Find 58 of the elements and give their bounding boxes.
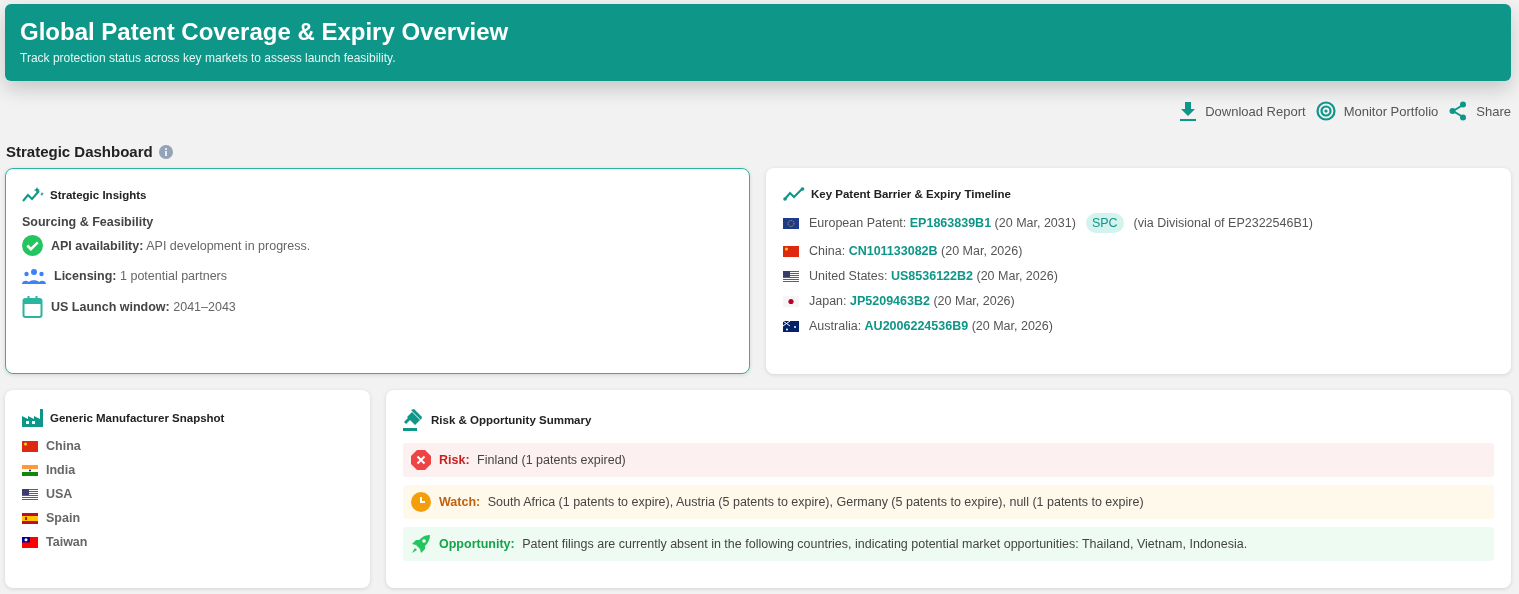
- flag-icon: [783, 217, 799, 229]
- action-link[interactable]: Share: [1448, 101, 1511, 121]
- card-title: Generic Manufacturer Snapshot: [50, 412, 225, 424]
- card-title: Strategic Insights: [50, 189, 147, 201]
- section-title: Strategic Dashboard: [6, 143, 153, 160]
- country-name: Spain: [46, 511, 81, 525]
- patent-link[interactable]: CN101133082B: [848, 244, 938, 258]
- clock-icon: [411, 492, 431, 512]
- card-subtitle: Sourcing & Feasibility: [22, 215, 155, 229]
- calendar-icon: [22, 296, 43, 318]
- action-link[interactable]: Download Report: [1179, 101, 1306, 121]
- country-name: Taiwan: [46, 535, 88, 549]
- flag-icon: [783, 320, 799, 332]
- insight-text: US Launch window: 2041–2043: [51, 300, 236, 314]
- card-title: Key Patent Barrier & Expiry Timeline: [811, 188, 1011, 200]
- flag-icon: [22, 512, 38, 524]
- patent-entry: United States: US8536122B2 (20 Mar, 2026): [809, 269, 1058, 283]
- share-icon: [1448, 101, 1469, 121]
- insight-text: Licensing: 1 potential partners: [54, 269, 227, 283]
- country-name: China: [46, 439, 81, 453]
- error-icon: [411, 450, 431, 470]
- patent-entry: Australia: AU2006224536B9 (20 Mar, 2026): [809, 319, 1053, 333]
- download-icon: [1179, 101, 1198, 121]
- page-subtitle: Track protection status across key markets to assess launch feasibility.: [20, 51, 397, 65]
- action-link[interactable]: Monitor Portfolio: [1315, 101, 1439, 121]
- patent-link[interactable]: AU2006224536B9: [864, 319, 969, 333]
- flag-icon: [783, 245, 799, 257]
- rocket-icon: [411, 534, 431, 554]
- flag-icon: [22, 488, 38, 500]
- target-icon: [1315, 101, 1336, 121]
- info-icon: [158, 144, 173, 159]
- spc-badge: SPC: [1085, 213, 1124, 233]
- gavel-icon: [403, 409, 425, 431]
- alert-text: Risk: Finland (1 patents expired): [439, 453, 626, 467]
- page-title: Global Patent Coverage & Expiry Overview: [20, 18, 510, 46]
- alert-text: Watch: South Africa (1 patents to expire), Austria (5 patents to expire), Germany (5 patents to expire), null (1 patents to expire): [439, 495, 1144, 509]
- check-icon: [22, 235, 43, 256]
- country-name: India: [46, 463, 76, 477]
- country-name: USA: [46, 487, 73, 501]
- alert-text: Opportunity: Patent filings are currently absent in the following countries, indicating potential market opportunities: Thailand, Vietnam, Indonesia.: [439, 537, 1248, 551]
- patent-entry: Japan: JP5209463B2 (20 Mar, 2026): [809, 294, 1015, 308]
- flag-icon: [22, 440, 38, 452]
- patent-link[interactable]: EP1863839B1: [909, 216, 992, 230]
- patent-link[interactable]: JP5209463B2: [850, 294, 930, 308]
- patent-note: (via Divisional of EP2322546B1): [1133, 216, 1313, 230]
- people-icon: [22, 268, 46, 284]
- patent-entry: European Patent: EP1863839B1 (20 Mar, 2031): [809, 216, 1076, 230]
- trend-sparkle-icon: [22, 187, 44, 203]
- flag-icon: [783, 295, 799, 307]
- patent-link[interactable]: US8536122B2: [891, 269, 973, 283]
- flag-icon: [22, 464, 38, 476]
- flag-icon: [22, 536, 38, 548]
- insight-text: API availability: API development in progress.: [51, 238, 311, 253]
- factory-icon: [22, 409, 44, 427]
- trend-icon: [783, 187, 805, 201]
- card-title: Risk & Opportunity Summary: [431, 414, 592, 426]
- flag-icon: [783, 270, 799, 282]
- patent-entry: China: CN101133082B (20 Mar, 2026): [809, 244, 1023, 258]
